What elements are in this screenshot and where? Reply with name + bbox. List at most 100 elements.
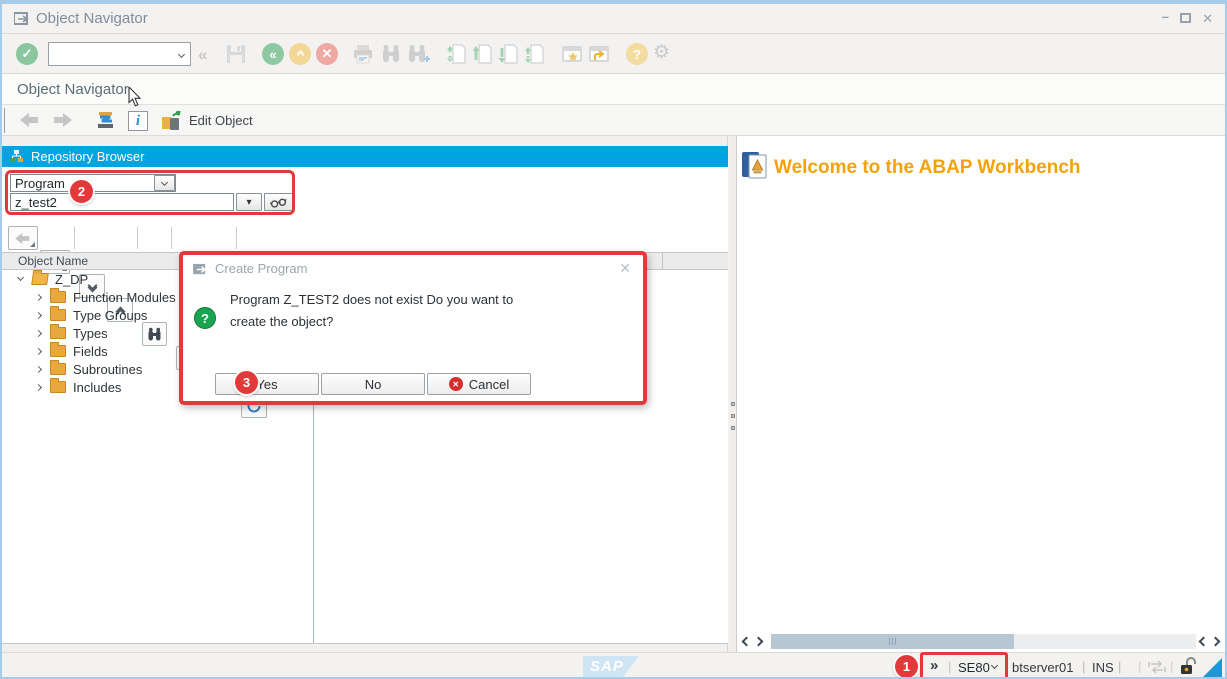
maximize-button[interactable]: [1180, 13, 1191, 23]
annotation-badge-3: 3: [235, 371, 258, 394]
tree-back-button[interactable]: [8, 226, 38, 250]
chevron-down-icon: [178, 50, 185, 57]
scroll-left-icon[interactable]: [742, 637, 752, 647]
repository-browser-header: Repository Browser: [2, 146, 728, 167]
chevron-collapsed-icon[interactable]: [35, 329, 42, 336]
dialog-message-line1: Program Z_TEST2 does not exist Do you wa…: [230, 292, 513, 307]
dialog-close-icon[interactable]: ✕: [619, 260, 631, 277]
status-expand-icon[interactable]: »: [930, 657, 938, 674]
print-icon[interactable]: [352, 45, 374, 64]
data-transfer-icon[interactable]: [1148, 660, 1166, 674]
transaction-code[interactable]: SE80: [958, 660, 990, 675]
insert-mode: INS: [1092, 660, 1114, 675]
cancel-dialog-button[interactable]: ✕ Cancel: [427, 373, 531, 395]
hierarchy-icon: [10, 150, 23, 163]
info-icon[interactable]: i: [128, 111, 148, 131]
response-time-indicator[interactable]: [1203, 658, 1222, 677]
sap-logo: SAP: [583, 656, 639, 678]
chevron-down-icon: [161, 178, 168, 185]
last-page-icon[interactable]: [524, 43, 544, 65]
toolbar-grip: [4, 108, 5, 133]
find-next-icon[interactable]: [407, 44, 431, 64]
first-page-icon[interactable]: [446, 43, 466, 65]
edit-object-icon[interactable]: [161, 111, 182, 131]
folder-icon: [50, 327, 66, 339]
horizontal-scrollbar[interactable]: [771, 634, 1196, 649]
window-title: Object Navigator: [36, 4, 148, 34]
previous-page-icon[interactable]: [472, 43, 492, 65]
server-name: btserver01: [1012, 660, 1073, 675]
chevron-expanded-icon[interactable]: [17, 274, 24, 281]
tree-node-label[interactable]: Includes: [73, 380, 121, 395]
help-button[interactable]: ?: [626, 43, 648, 65]
tree-node-label[interactable]: Type Groups: [73, 308, 147, 323]
back-button[interactable]: «: [262, 43, 284, 65]
status-bar: SAP 1 » | SE80 btserver01 | INS | | |: [2, 652, 1225, 679]
dialog-window-icon: [193, 263, 209, 276]
scroll-right-icon[interactable]: [754, 637, 764, 647]
minimize-button[interactable]: –: [1162, 9, 1169, 24]
mouse-cursor: [128, 87, 142, 107]
page-title: Object Navigator: [17, 74, 129, 105]
close-button[interactable]: ✕: [1202, 11, 1213, 27]
folder-icon: [50, 291, 66, 303]
no-button[interactable]: No: [321, 373, 425, 395]
display-object-button[interactable]: [264, 193, 294, 211]
folder-icon: [50, 345, 66, 357]
glasses-icon: [270, 197, 288, 208]
repository-browser-body: [2, 167, 728, 644]
workbench-welcome-panel: Welcome to the ABAP Workbench: [736, 136, 1227, 652]
object-list-icon[interactable]: [95, 111, 116, 130]
tree-node-label[interactable]: Z_DP: [55, 272, 88, 287]
repository-browser-title: Repository Browser: [31, 149, 144, 164]
cancel-button[interactable]: ✕: [316, 43, 338, 65]
yes-button[interactable]: Yes: [215, 373, 319, 395]
tree-node-label[interactable]: Subroutines: [73, 362, 142, 377]
object-name-input[interactable]: [10, 193, 234, 211]
find-icon[interactable]: [381, 44, 401, 64]
tree-node-label[interactable]: Function Modules: [73, 290, 176, 305]
annotation-badge-2: 2: [70, 180, 93, 203]
chevron-collapsed-icon[interactable]: [35, 383, 42, 390]
next-page-icon[interactable]: [498, 43, 518, 65]
object-type-select[interactable]: Program: [10, 174, 176, 192]
chevron-collapsed-icon[interactable]: [35, 347, 42, 354]
abap-workbench-icon: [741, 151, 769, 180]
window-menu-icon[interactable]: [14, 12, 31, 26]
tree-node-label[interactable]: Fields: [73, 344, 108, 359]
scrollbar-thumb[interactable]: [771, 634, 1014, 649]
enter-button[interactable]: ✓: [16, 43, 38, 65]
application-toolbar: i Edit Object: [2, 105, 1225, 136]
chevron-down-icon[interactable]: [991, 662, 998, 669]
navigate-forward-icon[interactable]: [52, 113, 72, 127]
sap-gui-window: Object Navigator – ✕ ✓ « « ✕: [0, 0, 1227, 679]
chevron-collapsed-icon[interactable]: [35, 293, 42, 300]
panel-splitter[interactable]: [729, 136, 736, 652]
create-shortcut-icon[interactable]: [589, 46, 611, 63]
folder-icon: [50, 309, 66, 321]
chevron-collapsed-icon[interactable]: [35, 365, 42, 372]
object-name-history-button[interactable]: ▾: [236, 193, 262, 211]
scroll-left-icon[interactable]: [1199, 637, 1209, 647]
standard-toolbar: ✓ « « ✕: [2, 34, 1225, 74]
customize-layout-icon[interactable]: ⚙: [653, 41, 670, 64]
security-lock-icon[interactable]: [1180, 657, 1197, 676]
window-title-bar: Object Navigator – ✕: [2, 4, 1225, 34]
save-button[interactable]: [226, 44, 246, 64]
object-type-dropdown-button[interactable]: [154, 175, 175, 191]
chevron-collapsed-icon[interactable]: [35, 311, 42, 318]
folder-icon: [50, 363, 66, 375]
tree-node-label[interactable]: Types: [73, 326, 108, 341]
navigate-back-icon[interactable]: [20, 113, 40, 127]
new-session-icon[interactable]: [562, 46, 584, 63]
hide-command-field-button[interactable]: «: [198, 45, 207, 65]
command-field[interactable]: [48, 42, 191, 66]
object-name-column-label: Object Name: [18, 253, 88, 269]
scroll-right-icon[interactable]: [1211, 637, 1221, 647]
exit-button[interactable]: [289, 43, 311, 65]
command-input[interactable]: [49, 47, 179, 62]
folder-icon: [50, 381, 66, 393]
create-program-dialog: Create Program ✕ ? Program Z_TEST2 does …: [179, 251, 647, 405]
down-triangle-icon: ▾: [246, 197, 251, 208]
edit-object-label[interactable]: Edit Object: [189, 105, 253, 136]
